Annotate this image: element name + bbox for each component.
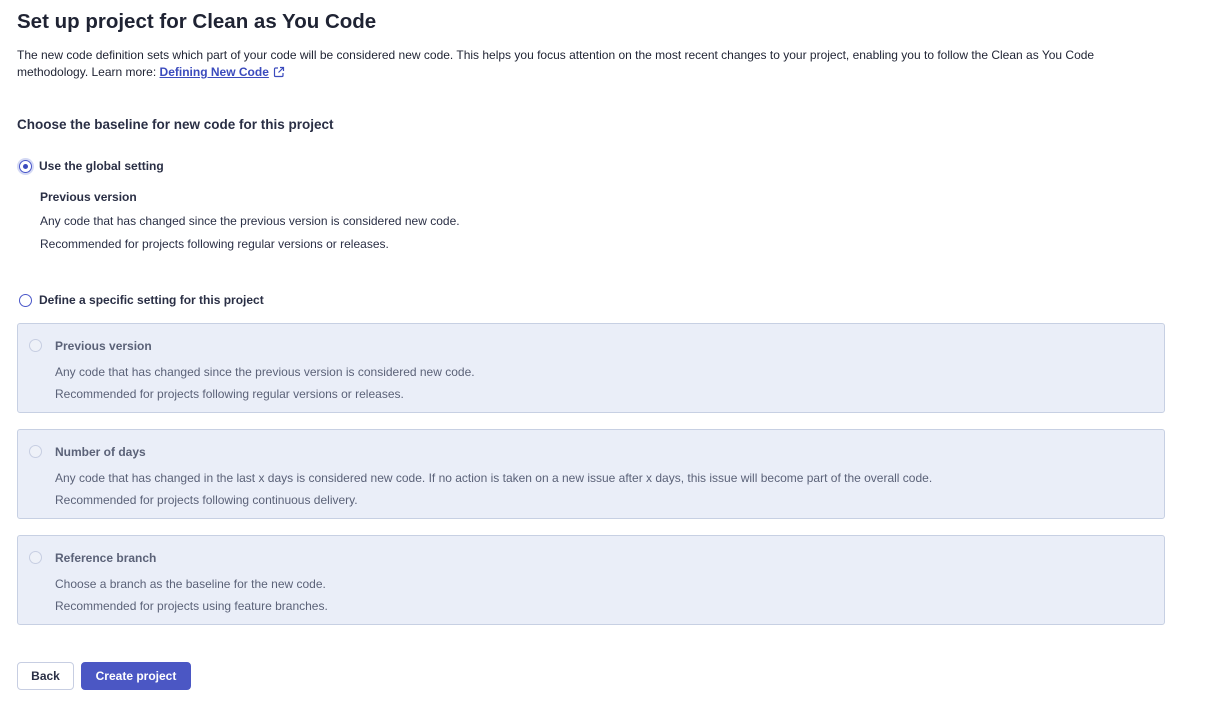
global-setting-description: Any code that has changed since the prev…	[40, 214, 460, 228]
define-specific-setting-label: Define a specific setting for this proje…	[39, 293, 264, 307]
defining-new-code-link[interactable]: Defining New Code	[160, 65, 285, 79]
option-name: Reference branch	[55, 551, 157, 565]
option-description: Choose a branch as the baseline for the …	[55, 577, 326, 591]
external-link-icon	[273, 66, 284, 78]
intro-paragraph: The new code definition sets which part …	[17, 47, 1167, 81]
option-name: Previous version	[55, 339, 152, 353]
option-card-reference-branch[interactable]: Reference branch Choose a branch as the …	[17, 535, 1165, 625]
back-button[interactable]: Back	[17, 662, 74, 690]
option-recommendation: Recommended for projects following regul…	[55, 387, 404, 401]
page-title: Set up project for Clean as You Code	[17, 10, 377, 33]
global-setting-name: Previous version	[40, 190, 137, 204]
option-radio-disabled	[29, 445, 42, 458]
option-radio-disabled	[29, 339, 42, 352]
define-specific-setting-radio[interactable]: Define a specific setting for this proje…	[19, 293, 264, 307]
option-description: Any code that has changed in the last x …	[55, 471, 933, 485]
radio-checked-icon	[19, 159, 32, 173]
use-global-setting-label: Use the global setting	[39, 159, 164, 173]
option-recommendation: Recommended for projects using feature b…	[55, 599, 328, 613]
option-radio-disabled	[29, 551, 42, 564]
global-setting-recommendation: Recommended for projects following regul…	[40, 237, 389, 251]
radio-unchecked-icon	[19, 293, 32, 307]
use-global-setting-radio[interactable]: Use the global setting	[19, 159, 164, 173]
create-project-button[interactable]: Create project	[81, 662, 191, 690]
option-name: Number of days	[55, 445, 146, 459]
option-card-previous-version[interactable]: Previous version Any code that has chang…	[17, 323, 1165, 413]
baseline-heading: Choose the baseline for new code for thi…	[17, 117, 334, 132]
option-recommendation: Recommended for projects following conti…	[55, 493, 358, 507]
defining-new-code-link-label: Defining New Code	[159, 65, 269, 79]
option-card-number-of-days[interactable]: Number of days Any code that has changed…	[17, 429, 1165, 519]
option-description: Any code that has changed since the prev…	[55, 365, 475, 379]
